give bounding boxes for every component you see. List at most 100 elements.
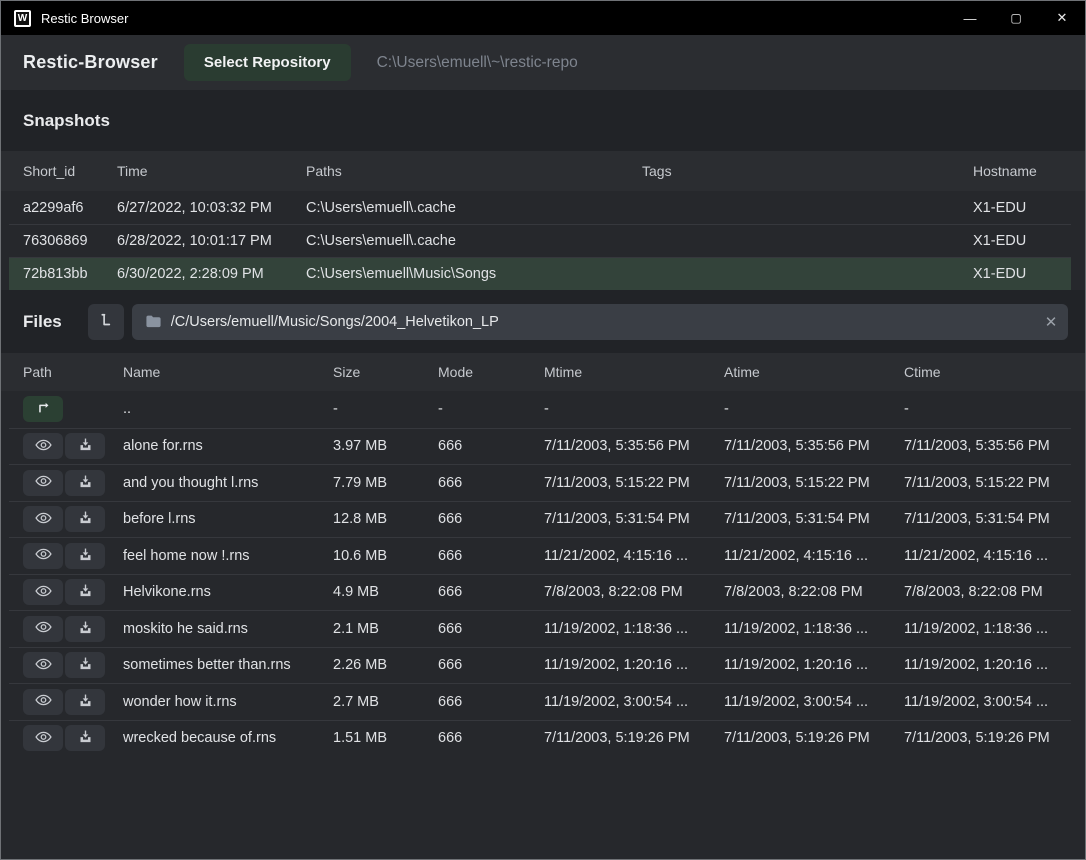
file-row[interactable]: feel home now !.rns 10.6 MB 666 11/21/20… xyxy=(9,537,1071,574)
file-name: Helvikone.rns xyxy=(123,584,333,600)
eye-icon xyxy=(35,511,52,528)
file-size: 1.51 MB xyxy=(333,730,438,746)
download-file-button[interactable] xyxy=(65,689,105,715)
file-atime: - xyxy=(724,401,904,417)
close-button[interactable]: ✕ xyxy=(1039,1,1085,35)
clear-path-button[interactable]: ✕ xyxy=(1034,304,1068,340)
preview-file-button[interactable] xyxy=(23,506,63,532)
tree-icon xyxy=(97,311,115,332)
snapshot-row[interactable]: 76306869 6/28/2022, 10:01:17 PM C:\Users… xyxy=(9,224,1071,257)
file-row[interactable]: wrecked because of.rns 1.51 MB 666 7/11/… xyxy=(9,720,1071,757)
preview-file-button[interactable] xyxy=(23,725,63,751)
file-mtime: 7/11/2003, 5:35:56 PM xyxy=(544,438,724,454)
file-row[interactable]: moskito he said.rns 2.1 MB 666 11/19/200… xyxy=(9,610,1071,647)
preview-file-button[interactable] xyxy=(23,652,63,678)
file-mtime: 7/11/2003, 5:15:22 PM xyxy=(544,475,724,491)
go-up-button[interactable] xyxy=(23,396,63,422)
files-section-header: Files ✕ xyxy=(1,290,1085,353)
file-name: alone for.rns xyxy=(123,438,333,454)
download-file-button[interactable] xyxy=(65,652,105,678)
file-mode: 666 xyxy=(438,657,544,673)
preview-file-button[interactable] xyxy=(23,579,63,605)
file-ctime: 7/11/2003, 5:31:54 PM xyxy=(904,511,1071,527)
col-tags: Tags xyxy=(642,163,973,179)
file-mode: 666 xyxy=(438,511,544,527)
preview-file-button[interactable] xyxy=(23,616,63,642)
file-name: wonder how it.rns xyxy=(123,694,333,710)
preview-file-button[interactable] xyxy=(23,433,63,459)
file-mode: 666 xyxy=(438,475,544,491)
eye-icon xyxy=(35,547,52,564)
download-icon xyxy=(78,656,93,674)
download-file-button[interactable] xyxy=(65,433,105,459)
col-hostname: Hostname xyxy=(973,163,1071,179)
wails-logo-icon: W xyxy=(14,10,31,27)
file-name: before l.rns xyxy=(123,511,333,527)
snapshot-paths: C:\Users\emuell\.cache xyxy=(306,200,642,216)
file-size: 3.97 MB xyxy=(333,438,438,454)
repository-path: C:\Users\emuell\~\restic-repo xyxy=(377,54,578,72)
snapshot-time: 6/27/2022, 10:03:32 PM xyxy=(117,200,306,216)
file-size: 12.8 MB xyxy=(333,511,438,527)
maximize-button[interactable]: ▢ xyxy=(993,1,1039,35)
file-atime: 7/11/2003, 5:35:56 PM xyxy=(724,438,904,454)
snapshot-hostname: X1-EDU xyxy=(973,200,1071,216)
minimize-button[interactable]: — xyxy=(947,1,993,35)
current-path-bar: ✕ xyxy=(132,304,1068,340)
file-row[interactable]: and you thought l.rns 7.79 MB 666 7/11/2… xyxy=(9,464,1071,501)
col-mtime: Mtime xyxy=(544,364,724,380)
file-size: 10.6 MB xyxy=(333,548,438,564)
download-file-button[interactable] xyxy=(65,506,105,532)
files-table-header: Path Name Size Mode Mtime Atime Ctime xyxy=(1,353,1085,391)
path-input[interactable] xyxy=(171,314,1034,330)
file-size: 2.1 MB xyxy=(333,621,438,637)
file-mtime: 7/8/2003, 8:22:08 PM xyxy=(544,584,724,600)
download-file-button[interactable] xyxy=(65,725,105,751)
snapshot-paths: C:\Users\emuell\.cache xyxy=(306,233,642,249)
preview-file-button[interactable] xyxy=(23,543,63,569)
download-icon xyxy=(78,510,93,528)
file-size: 2.7 MB xyxy=(333,694,438,710)
file-row[interactable]: alone for.rns 3.97 MB 666 7/11/2003, 5:3… xyxy=(9,428,1071,465)
download-icon xyxy=(78,620,93,638)
download-file-button[interactable] xyxy=(65,543,105,569)
download-file-button[interactable] xyxy=(65,616,105,642)
file-row[interactable]: Helvikone.rns 4.9 MB 666 7/8/2003, 8:22:… xyxy=(9,574,1071,611)
snapshot-time: 6/30/2022, 2:28:09 PM xyxy=(117,266,306,282)
file-size: 2.26 MB xyxy=(333,657,438,673)
file-row[interactable]: before l.rns 12.8 MB 666 7/11/2003, 5:31… xyxy=(9,501,1071,538)
file-mtime: 7/11/2003, 5:31:54 PM xyxy=(544,511,724,527)
file-ctime: 7/11/2003, 5:15:22 PM xyxy=(904,475,1071,491)
download-file-button[interactable] xyxy=(65,579,105,605)
file-ctime: 7/11/2003, 5:35:56 PM xyxy=(904,438,1071,454)
file-ctime: 7/8/2003, 8:22:08 PM xyxy=(904,584,1071,600)
snapshots-table-body: a2299af6 6/27/2022, 10:03:32 PM C:\Users… xyxy=(9,191,1071,290)
file-mode: 666 xyxy=(438,548,544,564)
file-atime: 11/19/2002, 1:18:36 ... xyxy=(724,621,904,637)
parent-dir-row[interactable]: .. - - - - - xyxy=(9,391,1071,428)
snapshot-short-id: 72b813bb xyxy=(23,266,117,282)
preview-file-button[interactable] xyxy=(23,470,63,496)
download-file-button[interactable] xyxy=(65,470,105,496)
snapshot-time: 6/28/2022, 10:01:17 PM xyxy=(117,233,306,249)
file-row[interactable]: sometimes better than.rns 2.26 MB 666 11… xyxy=(9,647,1071,684)
titlebar: W Restic Browser — ▢ ✕ xyxy=(1,1,1085,35)
clear-path-icon: ✕ xyxy=(1045,314,1058,331)
file-ctime: - xyxy=(904,401,1071,417)
tree-view-toggle-button[interactable] xyxy=(88,304,124,340)
preview-file-button[interactable] xyxy=(23,689,63,715)
file-atime: 11/19/2002, 3:00:54 ... xyxy=(724,694,904,710)
select-repository-button[interactable]: Select Repository xyxy=(184,44,351,81)
download-icon xyxy=(78,693,93,711)
snapshot-hostname: X1-EDU xyxy=(973,233,1071,249)
col-ctime: Ctime xyxy=(904,364,1071,380)
snapshot-row[interactable]: 72b813bb 6/30/2022, 2:28:09 PM C:\Users\… xyxy=(9,257,1071,290)
download-icon xyxy=(78,474,93,492)
snapshot-row[interactable]: a2299af6 6/27/2022, 10:03:32 PM C:\Users… xyxy=(9,191,1071,224)
window-title: Restic Browser xyxy=(41,11,128,26)
file-row[interactable]: wonder how it.rns 2.7 MB 666 11/19/2002,… xyxy=(9,683,1071,720)
app-window: W Restic Browser — ▢ ✕ Restic-Browser Se… xyxy=(0,0,1086,860)
download-icon xyxy=(78,729,93,747)
file-mtime: 11/19/2002, 1:20:16 ... xyxy=(544,657,724,673)
file-mode: 666 xyxy=(438,621,544,637)
